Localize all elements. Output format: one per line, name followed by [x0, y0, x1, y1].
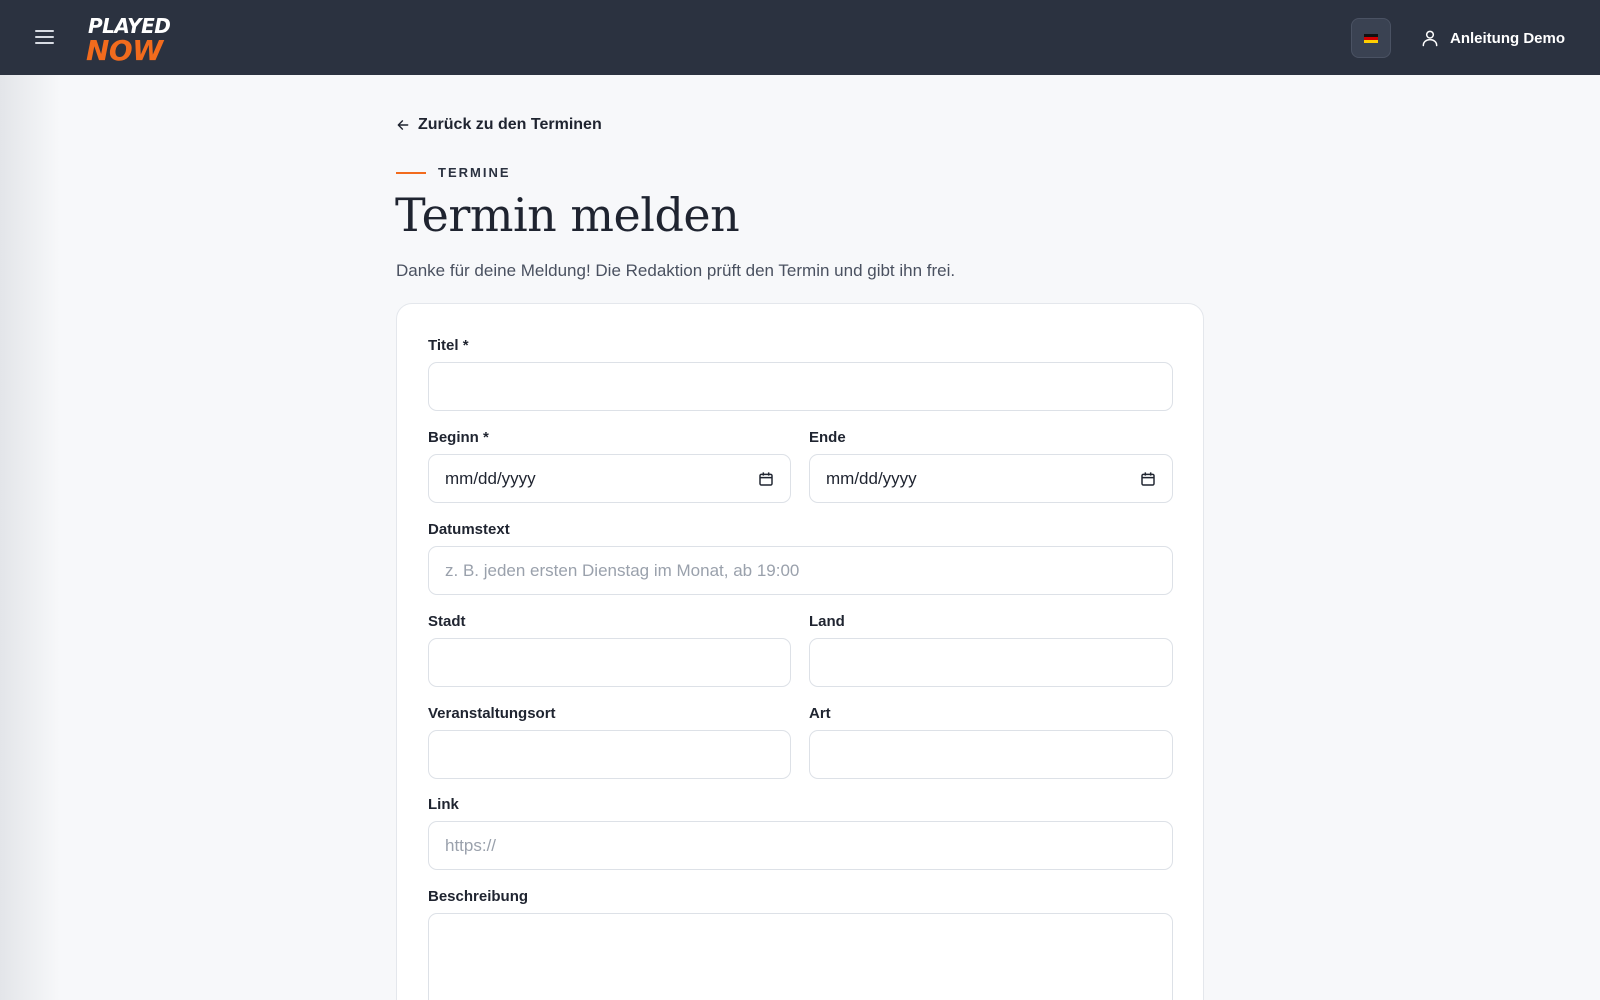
- begin-date-value: mm/dd/yyyy: [445, 468, 536, 488]
- accent-dash: [396, 171, 426, 174]
- hamburger-menu-icon[interactable]: [32, 24, 58, 50]
- end-date-input[interactable]: mm/dd/yyyy: [809, 454, 1173, 503]
- country-label: Land: [809, 613, 845, 630]
- german-flag-icon: [1364, 33, 1378, 43]
- arrow-left-icon: [397, 120, 409, 130]
- page-title: Termin melden: [395, 188, 740, 242]
- user-name: Anleitung Demo: [1450, 29, 1565, 47]
- back-link-label: Zurück zu den Terminen: [418, 116, 602, 133]
- back-to-events-link[interactable]: Zurück zu den Terminen: [396, 116, 602, 134]
- link-label: Link: [428, 796, 459, 813]
- calendar-icon[interactable]: [1140, 471, 1156, 487]
- begin-label: Beginn *: [428, 429, 489, 446]
- title-label: Titel *: [428, 337, 469, 354]
- date-text-label: Datumstext: [428, 521, 510, 538]
- eyebrow-label: TERMINE: [438, 165, 511, 180]
- language-switcher-button[interactable]: [1351, 18, 1391, 58]
- type-label: Art: [809, 705, 831, 722]
- country-input[interactable]: [809, 638, 1173, 687]
- played-now-logo[interactable]: PLAYED NOW: [86, 12, 192, 67]
- type-input[interactable]: [809, 730, 1173, 779]
- calendar-icon[interactable]: [758, 471, 774, 487]
- end-date-value: mm/dd/yyyy: [826, 468, 917, 488]
- begin-date-input[interactable]: mm/dd/yyyy: [428, 454, 791, 503]
- user-icon: [1422, 30, 1438, 47]
- link-input[interactable]: [428, 821, 1173, 870]
- venue-input[interactable]: [428, 730, 791, 779]
- city-label: Stadt: [428, 613, 466, 630]
- description-textarea[interactable]: [428, 913, 1173, 1000]
- sidebar-edge-shadow: [0, 75, 60, 1000]
- user-menu-button[interactable]: Anleitung Demo: [1420, 24, 1565, 52]
- page-subtitle: Danke für deine Meldung! Die Redaktion p…: [396, 261, 956, 280]
- description-label: Beschreibung: [428, 888, 529, 905]
- venue-label: Veranstaltungsort: [428, 705, 556, 722]
- event-form-card: Titel * Beginn * mm/dd/yyyy Ende mm/dd/y…: [396, 303, 1204, 1000]
- end-label: Ende: [809, 429, 846, 446]
- section-eyebrow: TERMINE: [396, 165, 511, 180]
- date-text-input[interactable]: [428, 546, 1173, 595]
- logo-text-bottom: NOW: [86, 34, 163, 67]
- top-navigation-bar: PLAYED NOW Anleitung Demo: [0, 0, 1600, 75]
- title-input[interactable]: [428, 362, 1173, 411]
- city-input[interactable]: [428, 638, 791, 687]
